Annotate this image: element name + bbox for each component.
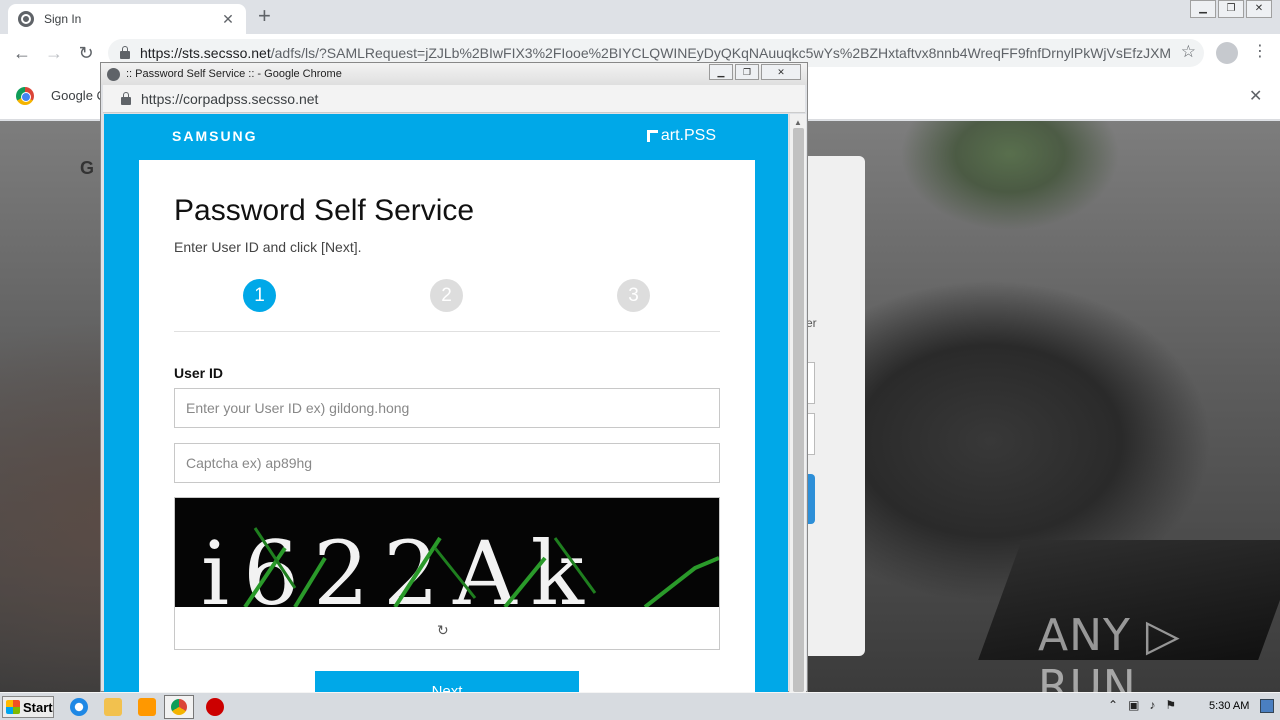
chrome-logo-icon [16,87,34,105]
taskbar-chrome-button[interactable] [164,695,194,719]
popup-minimize-button[interactable]: ▁ [709,64,733,80]
page-subtitle: Enter User ID and click [Next]. [174,239,362,255]
bookmark-star-icon[interactable]: ☆ [1181,42,1196,62]
user-id-input[interactable] [174,388,720,428]
lock-icon [120,46,130,59]
tab-close-icon[interactable]: ✕ [220,11,236,28]
system-tray: ⌃ ▣ ♪ ⚑ [1108,698,1176,712]
volume-icon[interactable]: ♪ [1149,698,1155,712]
popup-titlebar[interactable]: :: Password Self Service :: - Google Chr… [101,63,807,85]
restore-button[interactable]: ❐ [1218,0,1244,18]
folder-icon[interactable] [104,698,122,716]
captcha-image: i622Ak [175,498,719,607]
network-icon[interactable]: ▣ [1128,698,1139,712]
forward-arrow-icon[interactable]: → [38,43,70,64]
samsung-logo: SAMSUNG [172,128,258,144]
captcha-box: i622Ak ↻ [174,497,720,650]
popup-address-bar: https://corpadpss.secsso.net [103,85,805,113]
window-controls: ▁ ❐ ✕ [1188,0,1272,18]
back-arrow-icon[interactable]: ← [6,43,38,64]
menu-dots-icon[interactable]: ⋮ [1252,42,1268,62]
step-indicator-2: 2 [430,279,463,312]
infobar-close-icon[interactable]: ✕ [1249,86,1262,106]
scroll-thumb[interactable] [793,128,804,692]
next-button[interactable]: Next [315,671,579,692]
stop-icon[interactable] [206,698,224,716]
tab-strip: Sign In ✕ + ▁ ❐ ✕ [0,0,1280,34]
step-indicator-1: 1 [243,279,276,312]
page-title: Password Self Service [174,194,475,227]
scroll-up-arrow-icon[interactable]: ▲ [794,118,802,127]
refresh-icon[interactable]: ↻ [437,622,449,639]
captcha-input[interactable] [174,443,720,483]
media-player-icon[interactable] [138,698,156,716]
windows-logo-icon [6,700,20,714]
profile-avatar[interactable] [1216,42,1238,64]
smartpss-logo-text: art.PSS [660,127,716,144]
background-plant [900,121,1120,231]
popup-restore-button[interactable]: ❐ [735,64,759,80]
url-text: https://sts.secsso.net/adfs/ls/?SAMLRequ… [140,45,1170,61]
tab-sign-in[interactable]: Sign In ✕ [8,4,246,34]
flag-icon[interactable]: ⚑ [1165,698,1176,712]
tray-expand-icon[interactable]: ⌃ [1108,698,1118,712]
smartpss-mark-icon [646,130,658,142]
background-signin-card: er [806,156,865,656]
lock-icon [121,91,131,105]
popup-scrollbar[interactable]: ▲ [789,114,806,692]
popup-window: :: Password Self Service :: - Google Chr… [100,62,808,692]
divider [174,331,720,332]
background-logo-letter: G [80,158,95,178]
globe-icon [107,67,120,81]
start-label: Start [23,699,53,715]
reload-icon[interactable]: ↻ [70,43,102,64]
show-desktop-icon[interactable] [1260,699,1274,713]
close-window-button[interactable]: ✕ [1246,0,1272,18]
smartpss-logo: art.PSS [646,127,716,145]
popup-url: https://corpadpss.secsso.net [141,90,319,107]
chrome-icon [171,699,187,715]
popup-close-button[interactable]: ✕ [761,64,801,80]
popup-window-title: :: Password Self Service :: - Google Chr… [126,68,342,80]
taskbar: Start ⌃ ▣ ♪ ⚑ 5:30 AM [0,692,1280,720]
pss-form-card: Password Self Service Enter User ID and … [139,160,755,692]
pss-page: SAMSUNG art.PSS Password Self Service En… [104,114,788,692]
user-id-label: User ID [174,365,224,381]
globe-icon [18,11,34,27]
minimize-button[interactable]: ▁ [1190,0,1216,18]
tab-title: Sign In [44,12,82,26]
infobar-text: Google C [51,88,106,103]
internet-explorer-icon[interactable] [70,698,88,716]
new-tab-button[interactable]: + [258,5,271,27]
step-indicator-3: 3 [617,279,650,312]
clock[interactable]: 5:30 AM [1209,700,1249,712]
start-button[interactable]: Start [2,696,54,718]
popup-window-controls: ▁ ❐ ✕ [707,64,801,80]
